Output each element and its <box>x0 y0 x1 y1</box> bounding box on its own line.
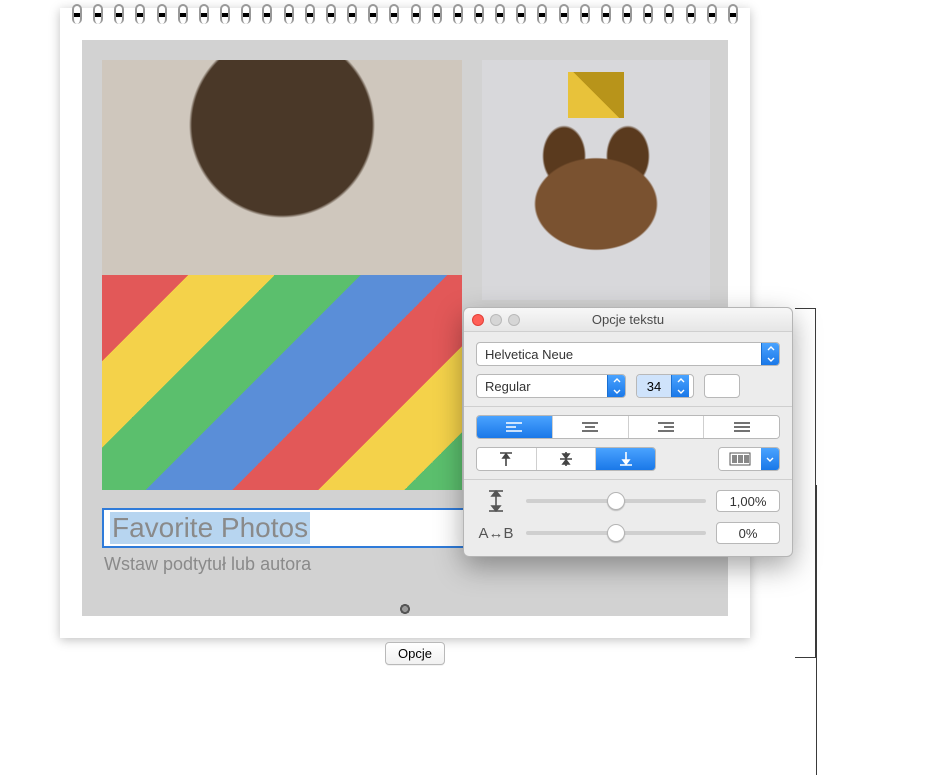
horizontal-align-segment <box>476 415 780 439</box>
text-options-panel: Opcje tekstu Helvetica Neue Regular <box>463 307 793 557</box>
tracking-value[interactable]: 0% <box>716 522 780 544</box>
callout-line <box>796 308 816 658</box>
callout-line <box>816 485 817 775</box>
align-right-button[interactable] <box>629 416 705 438</box>
photo-slot-right[interactable] <box>482 60 710 300</box>
align-justify-button[interactable] <box>704 416 779 438</box>
line-spacing-icon <box>476 490 516 512</box>
chevron-updown-icon <box>607 375 625 397</box>
font-weight-value: Regular <box>485 379 531 394</box>
stepper-icon[interactable] <box>671 375 689 397</box>
valign-bottom-button[interactable] <box>596 448 655 470</box>
minimize-icon <box>490 314 502 326</box>
valign-middle-button[interactable] <box>537 448 597 470</box>
line-spacing-value[interactable]: 1,00% <box>716 490 780 512</box>
photo-slot-left[interactable] <box>102 60 462 490</box>
font-family-select[interactable]: Helvetica Neue <box>476 342 780 366</box>
tracking-slider[interactable] <box>526 523 706 543</box>
tracking-icon: A↔B <box>476 525 516 542</box>
font-size-value[interactable] <box>637 375 671 397</box>
columns-icon <box>719 448 761 470</box>
title-text: Favorite Photos <box>110 512 310 544</box>
align-left-button[interactable] <box>477 416 553 438</box>
font-family-value: Helvetica Neue <box>485 347 573 362</box>
spiral-binding <box>60 4 750 26</box>
text-color-swatch[interactable] <box>704 374 740 398</box>
subtitle-placeholder[interactable]: Wstaw podtytuł lub autora <box>104 554 311 575</box>
line-spacing-slider[interactable] <box>526 491 706 511</box>
align-center-button[interactable] <box>553 416 629 438</box>
font-weight-select[interactable]: Regular <box>476 374 626 398</box>
valign-top-button[interactable] <box>477 448 537 470</box>
zoom-icon <box>508 314 520 326</box>
options-button[interactable]: Opcje <box>385 642 445 665</box>
chevron-updown-icon <box>761 343 779 365</box>
vertical-align-segment <box>476 447 656 471</box>
panel-titlebar[interactable]: Opcje tekstu <box>464 308 792 332</box>
close-icon[interactable] <box>472 314 484 326</box>
chevron-down-icon <box>761 448 779 470</box>
font-size-field[interactable] <box>636 374 694 398</box>
columns-control[interactable] <box>718 447 780 471</box>
page-resize-handle[interactable] <box>400 604 410 614</box>
